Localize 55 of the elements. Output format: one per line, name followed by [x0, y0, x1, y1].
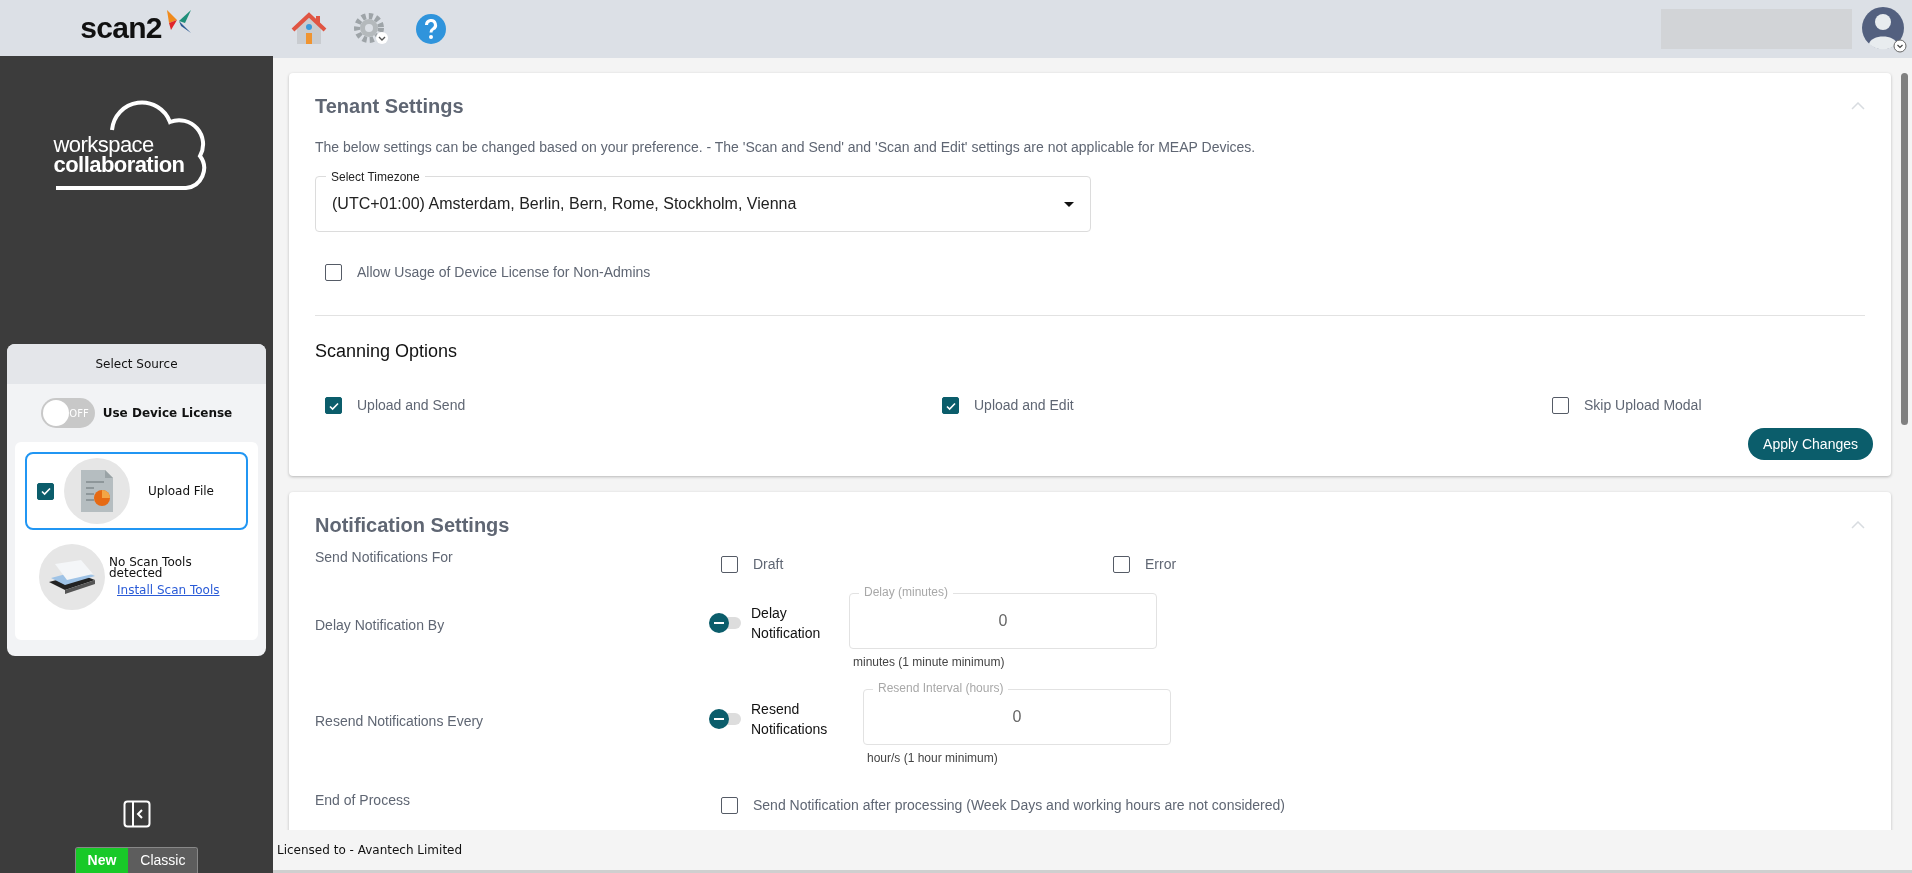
brand-text: collaboration	[53, 155, 185, 175]
license-text: Licensed to - Avantech Limited	[277, 842, 463, 859]
helper-text: hour/s (1 hour minimum)	[867, 750, 999, 767]
source-label: Upload File	[148, 483, 214, 500]
row-label: End of Process	[315, 791, 411, 810]
checkbox[interactable]	[325, 264, 342, 281]
subsection-title: Scanning Options	[315, 340, 459, 363]
help-icon[interactable]	[415, 13, 447, 45]
toggle-label: Resend Notifications	[751, 700, 829, 739]
checkbox[interactable]	[1552, 397, 1569, 414]
checkbox-label: Draft	[753, 555, 784, 574]
toggle-label: Delay Notification	[751, 604, 822, 643]
checkbox[interactable]	[325, 397, 342, 414]
checkbox[interactable]	[721, 556, 738, 573]
checkbox-label: Upload and Send	[357, 396, 466, 415]
checkbox-label: Allow Usage of Device License for Non-Admins	[357, 263, 651, 282]
home-icon[interactable]	[291, 12, 327, 46]
checkbox-label: Send Notification after processing (Week Days and working hours are not considered)	[753, 796, 1285, 815]
row-label: Send Notifications For	[315, 548, 454, 567]
helper-text: minutes (1 minute minimum)	[853, 654, 1006, 671]
section-title: Tenant Settings	[315, 94, 464, 119]
apply-changes-button[interactable]: Apply Changes	[1748, 428, 1873, 460]
mode-tab[interactable]: Classic	[128, 848, 198, 873]
checkbox[interactable]	[1113, 556, 1130, 573]
row-label: Delay Notification By	[315, 616, 446, 635]
scan-tools-status: No Scan Tools detected	[109, 557, 193, 579]
select-value: (UTC+01:00) Amsterdam, Berlin, Bern, Rome, Stockholm, Vienna	[332, 194, 798, 214]
field-value: 0	[1012, 707, 1022, 727]
source-option[interactable]: Upload File	[25, 452, 248, 530]
toggle-switch[interactable]	[709, 613, 741, 633]
checkbox[interactable]	[942, 397, 959, 414]
scanner-icon	[39, 544, 105, 610]
section-title: Notification Settings	[315, 513, 510, 538]
field-label: Delay (minutes)	[859, 585, 954, 599]
panel-title: Select Source	[7, 344, 266, 384]
check-icon	[39, 485, 52, 497]
brand-text: workspace	[53, 135, 154, 155]
toggle-switch[interactable]	[709, 709, 741, 729]
toggle-label: Use Device License	[102, 405, 233, 422]
field-label: Resend Interval (hours)	[873, 681, 1009, 695]
install-scan-tools-link[interactable]: Install Scan Tools	[117, 583, 234, 597]
collapse-sidebar-icon[interactable]	[122, 800, 151, 828]
description-text: The below settings can be changed based on your preference. - The 'Scan and Send' and 'Scan and Edit' settings are not applicable for MEAP Devices.	[315, 138, 1257, 157]
document-chart-icon	[64, 458, 130, 524]
checkbox[interactable]	[721, 797, 738, 814]
checkbox-label: Error	[1145, 555, 1177, 574]
avatar-icon[interactable]	[1862, 4, 1908, 54]
dropdown-caret-icon	[1064, 201, 1074, 207]
row-label: Resend Notifications Every	[315, 712, 485, 731]
field-value: 0	[998, 611, 1008, 631]
checkbox[interactable]	[37, 482, 54, 500]
checkbox-label: Upload and Edit	[974, 396, 1074, 415]
logo-text: scan2	[80, 13, 162, 43]
checkbox-label: Skip Upload Modal	[1584, 396, 1702, 415]
scrollbar[interactable]	[1901, 73, 1908, 425]
